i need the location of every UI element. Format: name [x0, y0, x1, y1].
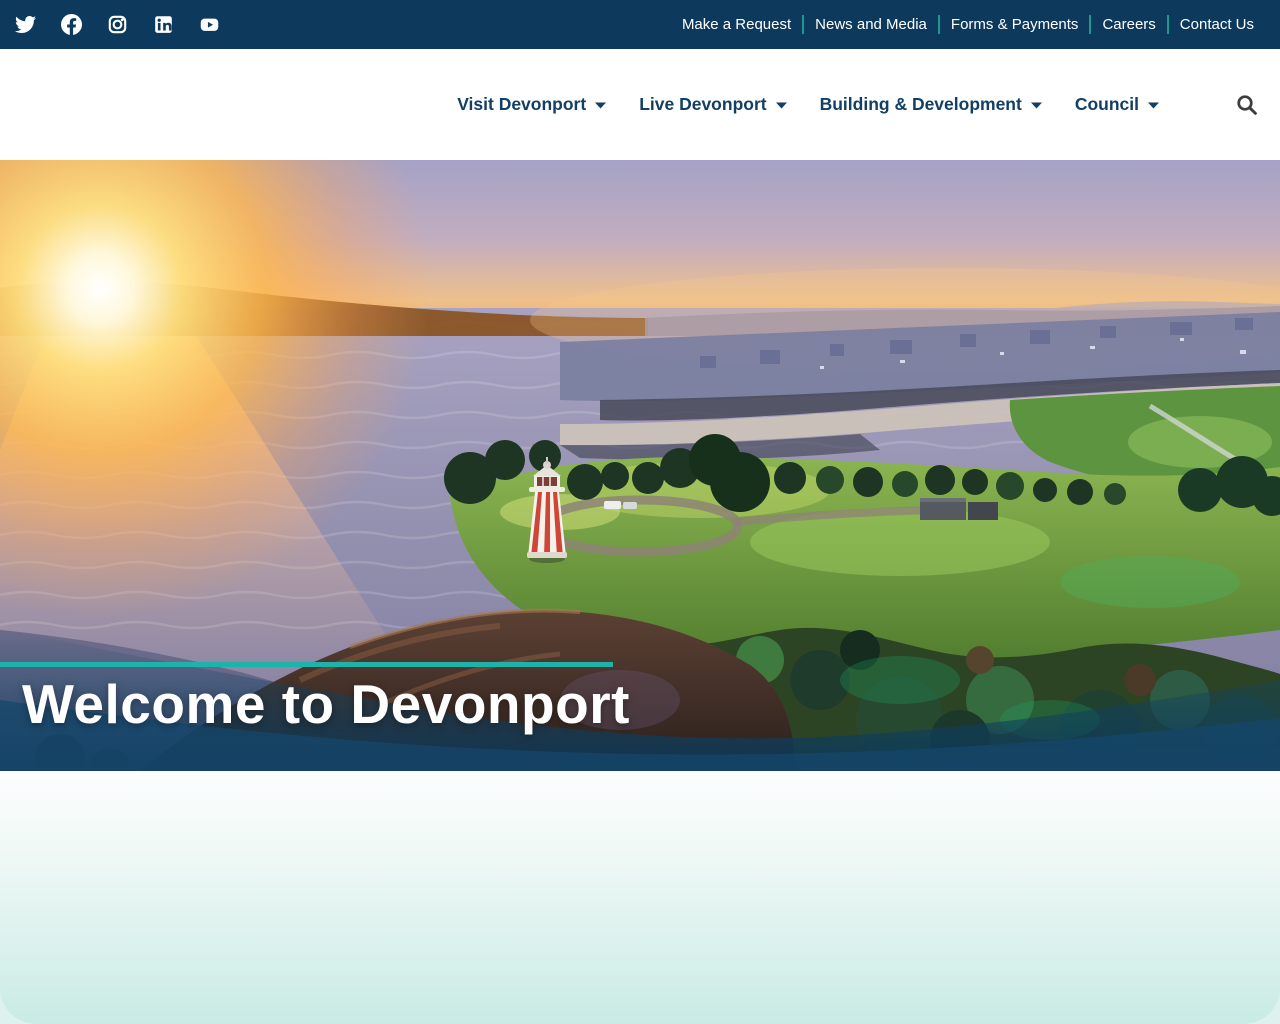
primary-nav: Visit Devonport Live Devonport Building … — [457, 94, 1258, 116]
twitter-icon[interactable] — [15, 14, 36, 35]
content-section — [0, 771, 1280, 1024]
utility-link-careers[interactable]: Careers — [1091, 0, 1166, 49]
top-utility-bar: Make a Request News and Media Forms & Pa… — [0, 0, 1280, 49]
facebook-icon[interactable] — [61, 14, 82, 35]
utility-link-news-and-media[interactable]: News and Media — [804, 0, 938, 49]
instagram-icon[interactable] — [107, 14, 128, 35]
nav-item-label: Building & Development — [820, 94, 1022, 115]
gradient-panel — [0, 771, 1280, 1024]
chevron-down-icon — [1148, 102, 1159, 109]
main-header: Visit Devonport Live Devonport Building … — [0, 49, 1280, 160]
utility-link-make-a-request[interactable]: Make a Request — [671, 0, 802, 49]
utility-link-forms-payments[interactable]: Forms & Payments — [940, 0, 1090, 49]
search-icon[interactable] — [1236, 94, 1258, 116]
chevron-down-icon — [595, 102, 606, 109]
chevron-down-icon — [1031, 102, 1042, 109]
teal-accent-line — [0, 662, 613, 667]
nav-item-label: Live Devonport — [639, 94, 766, 115]
utility-links: Make a Request News and Media Forms & Pa… — [671, 0, 1265, 49]
linkedin-icon[interactable] — [153, 14, 174, 35]
nav-item-label: Visit Devonport — [457, 94, 586, 115]
nav-item-label: Council — [1075, 94, 1139, 115]
youtube-icon[interactable] — [199, 14, 220, 35]
nav-item-council[interactable]: Council — [1075, 94, 1159, 115]
nav-item-live-devonport[interactable]: Live Devonport — [639, 94, 786, 115]
social-links — [15, 14, 220, 35]
nav-item-visit-devonport[interactable]: Visit Devonport — [457, 94, 606, 115]
page-title: Welcome to Devonport — [22, 674, 630, 735]
nav-item-building-development[interactable]: Building & Development — [820, 94, 1042, 115]
utility-link-contact-us[interactable]: Contact Us — [1169, 0, 1265, 49]
hero-banner: Welcome to Devonport — [0, 160, 1280, 771]
chevron-down-icon — [776, 102, 787, 109]
